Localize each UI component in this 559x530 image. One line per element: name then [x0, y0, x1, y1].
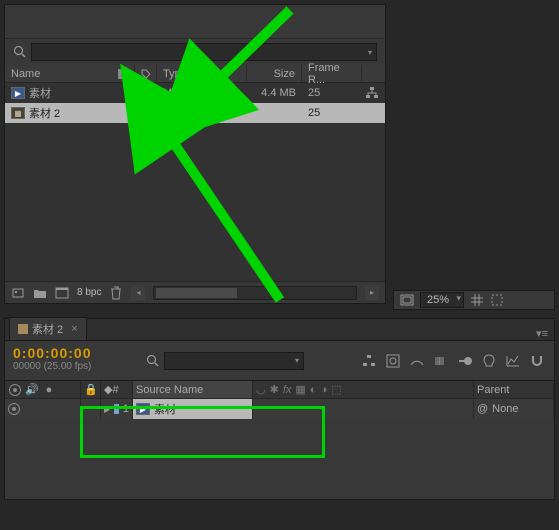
col-size[interactable]: Size — [247, 65, 302, 82]
project-row[interactable]: ▦ 素材 2 Composition 25 — [5, 103, 385, 123]
timeline-search-area: ▾ — [140, 341, 352, 380]
guides-icon[interactable] — [490, 293, 504, 307]
comp-mini-flowchart-icon[interactable] — [360, 352, 378, 370]
lock-column[interactable]: 🔒 — [81, 381, 101, 398]
bit-depth-toggle[interactable]: 8 bpc — [77, 287, 101, 298]
brainstorm-icon[interactable] — [480, 352, 498, 370]
timeline-tabs: 素材 2 × ▾≡ — [5, 319, 554, 341]
project-footer: 8 bpc ◂ ▸ — [5, 281, 385, 303]
flowchart-icon[interactable] — [365, 86, 379, 100]
pickwhip-icon[interactable]: @ — [477, 403, 488, 415]
annotation-highlight-box — [80, 406, 325, 458]
sort-asc-icon: ▴ — [118, 69, 128, 79]
scrollbar-thumb[interactable] — [156, 288, 237, 298]
panel-menu-icon[interactable]: ▾≡ — [536, 327, 548, 340]
graph-editor-icon[interactable] — [504, 352, 522, 370]
trash-icon[interactable] — [109, 286, 123, 300]
current-timecode[interactable]: 0:00:00:00 — [13, 345, 132, 361]
fx-icon: fx — [283, 384, 292, 396]
zoom-dropdown[interactable]: 25% — [420, 292, 464, 308]
col-framerate[interactable]: Frame R... — [302, 65, 362, 82]
h-scrollbar[interactable] — [153, 286, 357, 300]
item-size — [247, 103, 302, 123]
search-icon — [13, 45, 27, 59]
shy-icon[interactable] — [408, 352, 426, 370]
timeline-header: 0:00:00:00 00000 (25.00 fps) ▾ — [5, 341, 554, 381]
frame-blend-switch-icon: ▦ — [295, 383, 305, 396]
3d-icon: ⬚ — [331, 383, 341, 396]
item-fr: 25 — [302, 83, 362, 103]
scroll-left-button[interactable]: ◂ — [131, 286, 145, 300]
visibility-toggle[interactable] — [8, 403, 20, 415]
snapping-icon[interactable] — [528, 352, 546, 370]
viewer-footer: 25% — [393, 290, 555, 310]
label-swatch[interactable] — [141, 88, 151, 98]
new-folder-icon[interactable] — [33, 286, 47, 300]
project-row[interactable]: ▶ 素材 MPEG 4.4 MB 25 — [5, 83, 385, 103]
timeline-tool-row — [352, 341, 554, 380]
shy-switch-icon: ◡ — [256, 383, 266, 396]
tab-color-swatch — [18, 324, 28, 334]
timecode-area[interactable]: 0:00:00:00 00000 (25.00 fps) — [5, 341, 140, 380]
col-name[interactable]: Name▴ — [5, 65, 135, 82]
project-rows: ▶ 素材 MPEG 4.4 MB 25 ▦ 素材 2 Composition 25 — [5, 83, 385, 281]
label-num-column: ◆ # — [101, 381, 133, 398]
close-tab-icon[interactable]: × — [71, 323, 77, 335]
av-columns: 🔊 ● — [5, 381, 81, 398]
interpret-footage-icon[interactable] — [11, 286, 25, 300]
parent-column: Parent — [474, 381, 554, 398]
item-name: 素材 — [29, 85, 51, 101]
frame-info: 00000 (25.00 fps) — [13, 361, 132, 372]
tag-icon: ◆ — [104, 383, 112, 396]
eye-column-icon[interactable] — [8, 383, 22, 397]
project-columns-header: Name▴ Type Size Frame R... — [5, 65, 385, 83]
motion-blur-icon[interactable] — [456, 352, 474, 370]
col-type[interactable]: Type — [157, 65, 247, 82]
lock-icon: 🔒 — [84, 383, 98, 396]
motion-blur-switch-icon: ◐ — [310, 384, 317, 396]
switches-column: ◡ ✱ fx ▦ ◐ ◑ ⬚ — [253, 381, 474, 398]
item-name: 素材 2 — [29, 105, 60, 121]
item-type: MPEG — [157, 83, 247, 103]
new-comp-icon[interactable] — [55, 286, 69, 300]
speaker-column-icon[interactable]: 🔊 — [25, 383, 39, 397]
tag-icon — [141, 67, 151, 81]
project-search-input[interactable]: ▾ — [31, 43, 377, 61]
col-tag[interactable] — [135, 65, 157, 82]
label-swatch[interactable] — [141, 108, 151, 118]
timeline-columns-header: 🔊 ● 🔒 ◆ # Source Name ◡ ✱ fx ▦ ◐ ◑ ⬚ Par… — [5, 381, 554, 399]
asterisk-icon: ✱ — [270, 383, 279, 396]
project-panel: ▾ Name▴ Type Size Frame R... ▶ 素材 MPEG 4.… — [4, 4, 386, 304]
file-type-icon: ▶ — [11, 87, 25, 99]
frame-blend-icon[interactable] — [432, 352, 450, 370]
timeline-search-input[interactable]: ▾ — [164, 352, 304, 370]
source-name-column[interactable]: Source Name — [133, 381, 253, 398]
comp-tab[interactable]: 素材 2 × — [9, 317, 87, 340]
project-panel-header — [5, 5, 385, 39]
adjustment-icon: ◑ — [320, 384, 327, 396]
magnify-ratio-icon[interactable] — [400, 293, 414, 307]
item-fr: 25 — [302, 103, 362, 123]
item-type: Composition — [157, 103, 247, 123]
comp-icon: ▦ — [11, 107, 25, 119]
tab-title: 素材 2 — [32, 321, 63, 337]
item-size: 4.4 MB — [247, 83, 302, 103]
grid-icon[interactable] — [470, 293, 484, 307]
parent-dropdown[interactable]: None — [492, 403, 518, 415]
scroll-right-button[interactable]: ▸ — [365, 286, 379, 300]
solo-column-icon[interactable]: ● — [42, 383, 56, 397]
draft3d-icon[interactable] — [384, 352, 402, 370]
search-icon — [146, 354, 160, 368]
